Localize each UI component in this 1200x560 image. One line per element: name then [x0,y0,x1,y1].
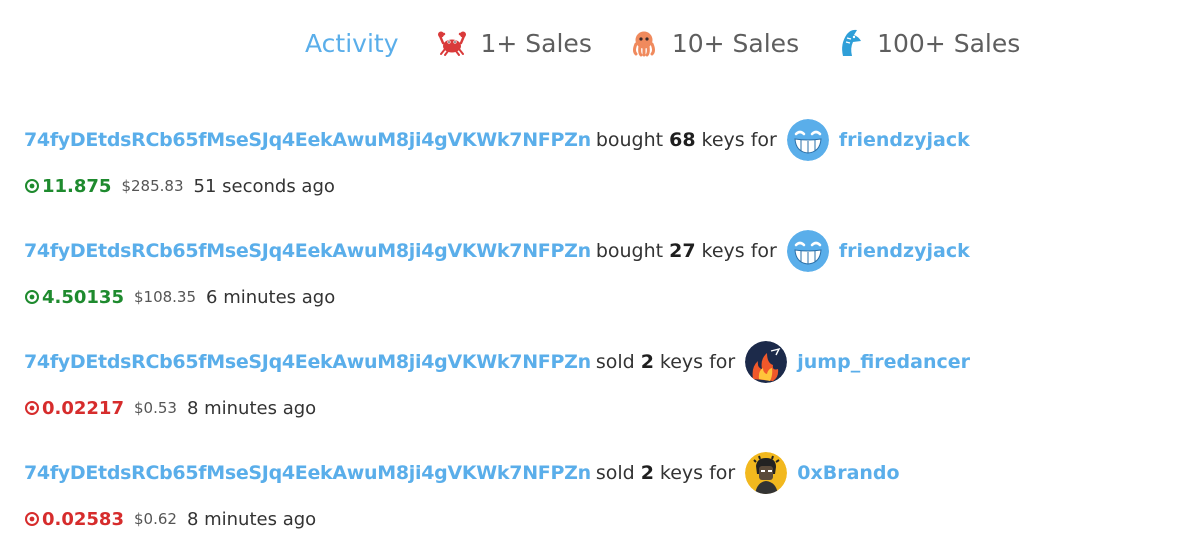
trader-address-link[interactable]: 74fyDEtdsRCb65fMseSJq4EekAwuM8ji4gVKWk7N… [24,240,591,262]
trade-details: 4.50135 $108.35 6 minutes ago [24,275,970,319]
trader-address-link[interactable]: 74fyDEtdsRCb65fMseSJq4EekAwuM8ji4gVKWk7N… [24,351,591,373]
timestamp: 8 minutes ago [186,508,317,530]
coin-icon [24,178,40,194]
tab-activity[interactable]: Activity [305,29,399,58]
tab-label: 1+ Sales [480,28,592,58]
trade-summary: 74fyDEtdsRCb65fMseSJq4EekAwuM8ji4gVKWk7N… [24,449,970,497]
tab-10-plus-sales[interactable]: 10+ Sales [630,29,799,58]
shark-icon [837,28,863,58]
trader-address-link[interactable]: 74fyDEtdsRCb65fMseSJq4EekAwuM8ji4gVKWk7N… [24,462,591,484]
key-quantity: 2 [640,351,654,373]
subject-username-link[interactable]: jump_firedancer [797,351,970,373]
tab-label: 100+ Sales [877,28,1021,58]
activity-item: 74fyDEtdsRCb65fMseSJq4EekAwuM8ji4gVKWk7N… [24,449,970,560]
subject-username-link[interactable]: 0xBrando [797,462,899,484]
grinning-face-avatar[interactable] [786,230,829,272]
key-quantity: 68 [669,129,696,151]
keys-for-text: keys for [701,129,777,151]
trade-summary: 74fyDEtdsRCb65fMseSJq4EekAwuM8ji4gVKWk7N… [24,227,970,275]
usd-value: $0.53 [133,399,177,417]
trade-verb: sold [595,351,635,373]
trade-amount: 11.875 [24,176,111,197]
activity-item: 74fyDEtdsRCb65fMseSJq4EekAwuM8ji4gVKWk7N… [24,116,970,227]
pixel-character-avatar[interactable] [745,452,788,494]
usd-value: $108.35 [133,288,197,306]
grinning-face-avatar[interactable] [786,119,829,161]
octopus-icon [630,29,658,57]
tab-100-plus-sales[interactable]: 100+ Sales [837,28,1020,58]
trade-details: 11.875 $285.83 51 seconds ago [24,164,970,208]
key-quantity: 27 [669,240,696,262]
amount-value: 0.02217 [42,397,124,419]
timestamp: 6 minutes ago [206,286,336,308]
trade-verb: bought [595,240,664,262]
amount-value: 11.875 [42,175,112,197]
trade-amount: 4.50135 [24,287,124,308]
trade-amount: 0.02583 [24,509,124,530]
coin-icon [24,289,40,305]
coin-icon [24,511,40,527]
timestamp: 51 seconds ago [193,175,335,197]
trade-verb: sold [595,462,635,484]
keys-for-text: keys for [659,351,736,373]
crab-icon [437,30,467,56]
sales-filter-tabs: Activity 1+ Sales 10+ Sales 100+ Sales [305,28,1058,58]
usd-value: $0.62 [133,510,177,528]
tab-label: 10+ Sales [671,28,800,58]
subject-username-link[interactable]: friendzyjack [839,240,970,262]
trade-amount: 0.02217 [24,398,124,419]
keys-for-text: keys for [701,240,777,262]
timestamp: 8 minutes ago [186,397,317,419]
trade-details: 0.02217 $0.53 8 minutes ago [24,386,970,430]
subject-username-link[interactable]: friendzyjack [839,129,970,151]
trade-details: 0.02583 $0.62 8 minutes ago [24,497,970,541]
keys-for-text: keys for [659,462,736,484]
trade-summary: 74fyDEtdsRCb65fMseSJq4EekAwuM8ji4gVKWk7N… [24,116,970,164]
coin-icon [24,400,40,416]
tab-1-plus-sales[interactable]: 1+ Sales [437,29,592,58]
usd-value: $285.83 [121,177,184,195]
trade-summary: 74fyDEtdsRCb65fMseSJq4EekAwuM8ji4gVKWk7N… [24,338,970,386]
amount-value: 0.02583 [42,508,124,530]
activity-feed: 74fyDEtdsRCb65fMseSJq4EekAwuM8ji4gVKWk7N… [24,116,970,560]
amount-value: 4.50135 [42,286,124,308]
activity-item: 74fyDEtdsRCb65fMseSJq4EekAwuM8ji4gVKWk7N… [24,227,970,338]
trader-address-link[interactable]: 74fyDEtdsRCb65fMseSJq4EekAwuM8ji4gVKWk7N… [24,129,591,151]
fire-avatar[interactable] [745,341,788,383]
tab-label: Activity [305,28,399,58]
key-quantity: 2 [640,462,654,484]
trade-verb: bought [595,129,664,151]
activity-item: 74fyDEtdsRCb65fMseSJq4EekAwuM8ji4gVKWk7N… [24,338,970,449]
